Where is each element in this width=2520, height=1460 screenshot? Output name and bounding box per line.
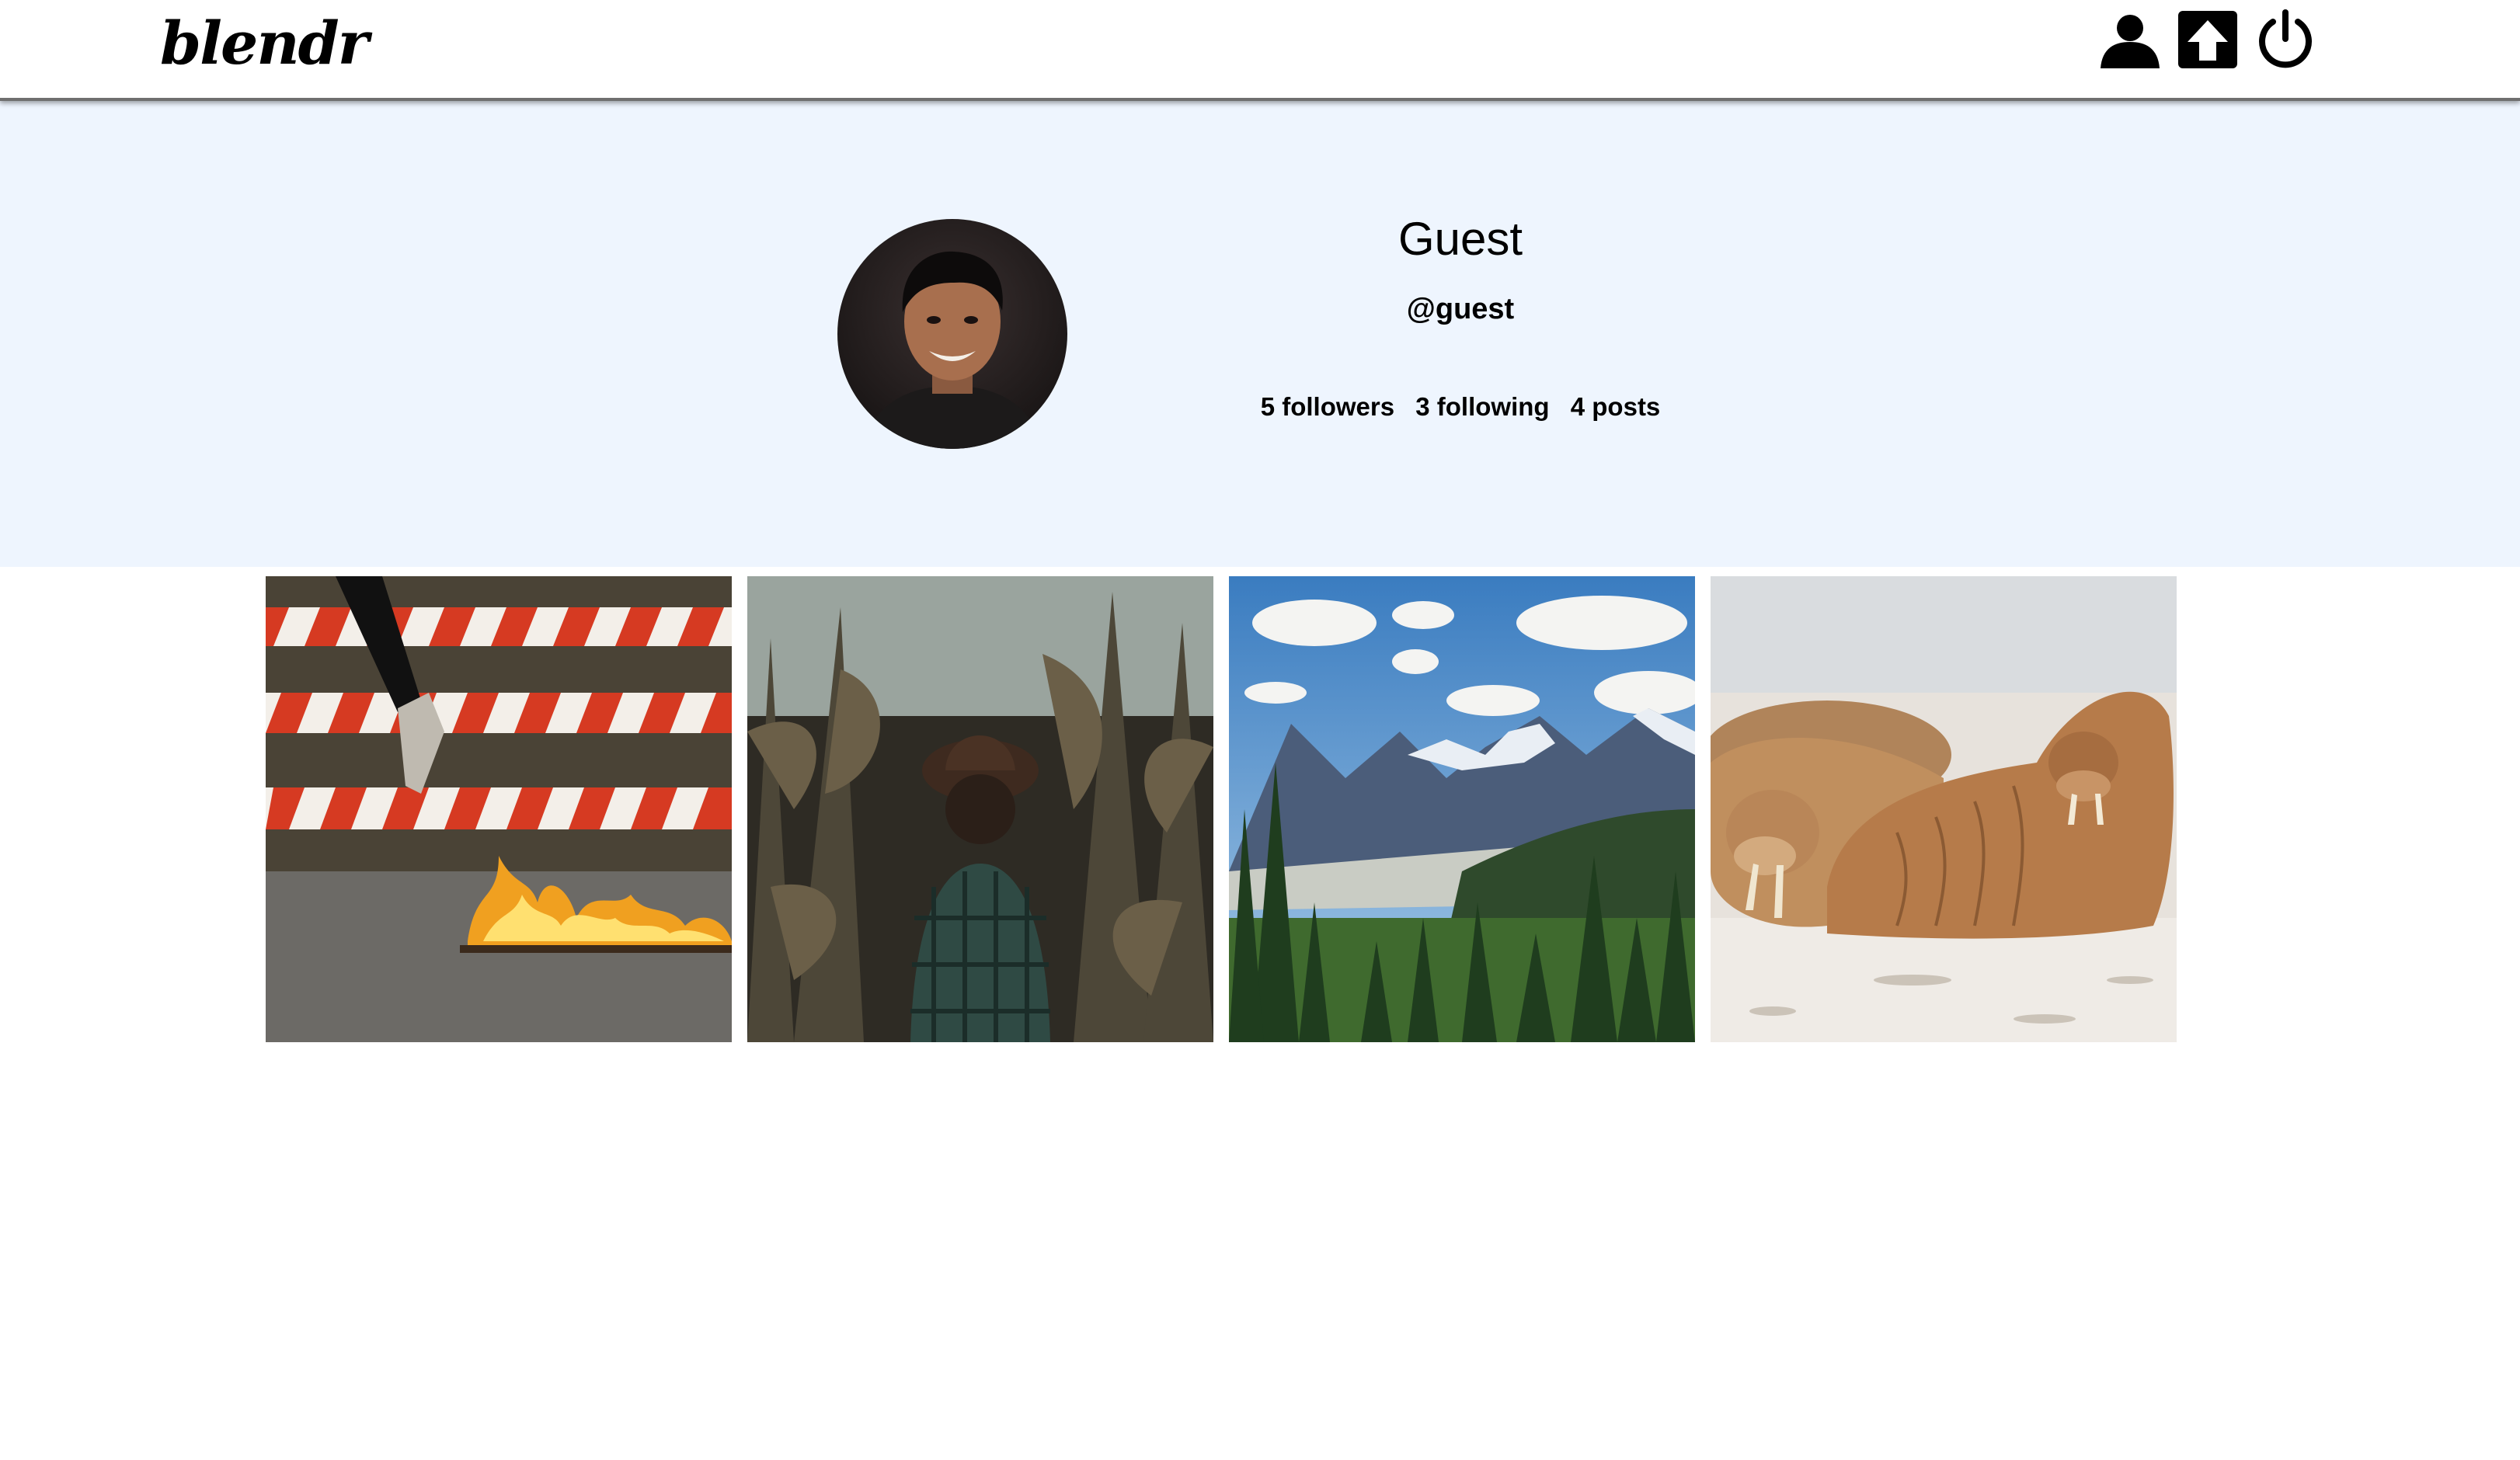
user-icon[interactable] (2097, 9, 2163, 70)
posts-grid (266, 576, 2177, 1042)
avatar[interactable] (837, 219, 1067, 449)
post-thumbnail[interactable] (1711, 576, 2177, 1042)
top-navbar: blendr (0, 0, 2520, 101)
display-name: Guest (1397, 213, 1523, 265)
profile-stats: 5 followers 3 following 4 posts (1150, 391, 1771, 422)
upload-icon[interactable] (2175, 9, 2240, 70)
posts-count: 4 posts (1570, 392, 1661, 421)
post-thumbnail[interactable] (1229, 576, 1695, 1042)
following-count[interactable]: 3 following (1415, 391, 1549, 422)
username-handle: @guest (1406, 293, 1515, 325)
app-logo[interactable]: blendr (160, 5, 369, 82)
post-thumbnail[interactable] (747, 576, 1213, 1042)
profile-banner: Guest @guest 5 followers 3 following 4 p… (0, 101, 2520, 567)
followers-count[interactable]: 5 followers (1261, 391, 1394, 422)
post-thumbnail[interactable] (266, 576, 732, 1042)
profile-info: Guest @guest 5 followers 3 following 4 p… (1150, 194, 1771, 422)
power-icon[interactable] (2253, 9, 2318, 70)
